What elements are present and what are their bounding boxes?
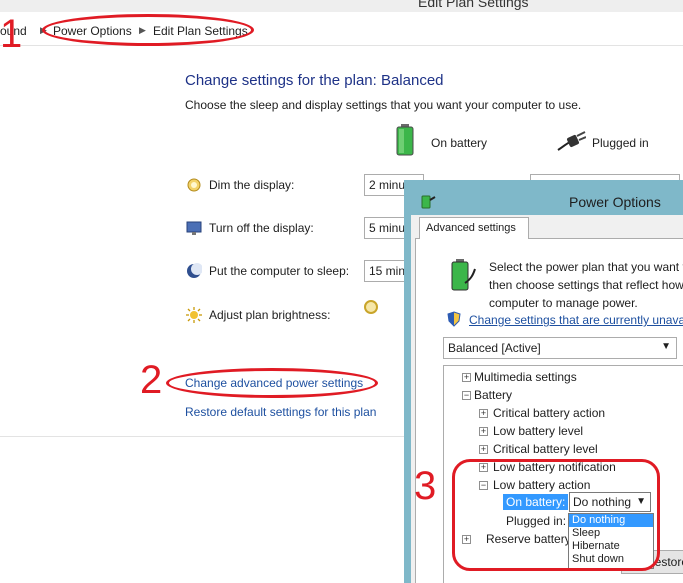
- divider: [0, 436, 410, 437]
- annotation-number-1: 1: [0, 12, 23, 56]
- shield-icon: [447, 311, 461, 327]
- tree-item-battery[interactable]: Battery: [474, 388, 512, 402]
- battery-icon: [396, 124, 414, 156]
- chevron-right-icon: ▶: [40, 25, 47, 35]
- chevron-right-icon: ▶: [139, 25, 146, 35]
- expand-icon[interactable]: +: [479, 427, 488, 436]
- restore-defaults-link[interactable]: Restore default settings for this plan: [185, 405, 376, 419]
- tree-item-low-battery-level[interactable]: Low battery level: [493, 424, 583, 438]
- breadcrumb-item-edit-plan: Edit Plan Settings: [153, 24, 248, 38]
- dim-display-icon: [187, 178, 201, 192]
- column-header-on-battery: On battery: [431, 136, 488, 150]
- expand-icon[interactable]: +: [479, 445, 488, 454]
- moon-icon: [187, 263, 202, 278]
- chevron-down-icon: ▼: [661, 341, 671, 352]
- tree-item-low-battery-notification[interactable]: Low battery notification: [493, 460, 616, 474]
- breadcrumb-item-power-options[interactable]: Power Options: [53, 24, 132, 38]
- expand-icon[interactable]: +: [462, 373, 471, 382]
- monitor-icon: [186, 221, 202, 235]
- column-header-plugged-in: Plugged in: [592, 136, 649, 150]
- change-advanced-settings-link[interactable]: Change advanced power settings: [185, 376, 363, 390]
- collapse-icon[interactable]: −: [462, 391, 471, 400]
- power-options-icon: [421, 195, 436, 209]
- power-plan-select[interactable]: Balanced [Active] ▼: [443, 337, 677, 359]
- plug-icon: [557, 131, 586, 151]
- row-label-turn-off-display: Turn off the display:: [209, 221, 314, 235]
- window-title: Edit Plan Settings: [418, 0, 529, 10]
- low-battery-action-select[interactable]: Do nothing ▼: [569, 492, 651, 512]
- chevron-down-icon: ▼: [636, 496, 646, 507]
- tree-item-multimedia[interactable]: Multimedia settings: [474, 370, 577, 384]
- battery-plug-icon: [451, 259, 476, 291]
- collapse-icon[interactable]: −: [479, 481, 488, 490]
- dialog-description: Select the power plan that you want to t…: [489, 260, 683, 310]
- tab-advanced-settings[interactable]: Advanced settings: [419, 217, 529, 239]
- low-battery-action-value: Do nothing: [573, 495, 632, 509]
- brightness-slider-thumb[interactable]: [364, 300, 378, 314]
- option-shut-down[interactable]: Shut down: [569, 553, 653, 566]
- option-hibernate[interactable]: Hibernate: [569, 540, 653, 553]
- annotation-number-2: 2: [140, 358, 163, 402]
- action-options-dropdown: Do nothing Sleep Hibernate Shut down: [568, 513, 654, 569]
- tree-item-critical-battery-action[interactable]: Critical battery action: [493, 406, 605, 420]
- on-battery-label[interactable]: On battery:: [503, 494, 569, 510]
- brightness-icon: [186, 307, 202, 323]
- expand-icon[interactable]: +: [479, 463, 488, 472]
- power-plan-value: Balanced [Active]: [448, 341, 541, 355]
- option-do-nothing[interactable]: Do nothing: [569, 514, 653, 527]
- page-title: Change settings for the plan: Balanced: [185, 72, 444, 89]
- annotation-number-3: 3: [414, 464, 437, 508]
- dialog-title: Power Options: [569, 194, 661, 210]
- plugged-in-label[interactable]: Plugged in:: [506, 514, 566, 528]
- change-unavailable-settings-link[interactable]: Change settings that are currently unava…: [469, 313, 683, 327]
- page-subtitle: Choose the sleep and display settings th…: [185, 98, 582, 112]
- expand-icon[interactable]: +: [462, 535, 471, 544]
- row-label-sleep: Put the computer to sleep:: [209, 264, 350, 278]
- window-titlebar: Edit Plan Settings: [0, 0, 683, 12]
- power-options-dialog: Power Options Advanced settings Select t…: [404, 180, 683, 583]
- row-label-dim-display: Dim the display:: [209, 178, 295, 192]
- tree-item-low-battery-action[interactable]: Low battery action: [493, 478, 590, 492]
- tree-item-reserve-battery[interactable]: Reserve battery: [486, 532, 571, 546]
- dialog-titlebar: Power Options: [411, 187, 683, 215]
- option-sleep[interactable]: Sleep: [569, 527, 653, 540]
- row-label-brightness: Adjust plan brightness:: [209, 308, 331, 322]
- expand-icon[interactable]: +: [479, 409, 488, 418]
- tree-item-critical-battery-level[interactable]: Critical battery level: [493, 442, 598, 456]
